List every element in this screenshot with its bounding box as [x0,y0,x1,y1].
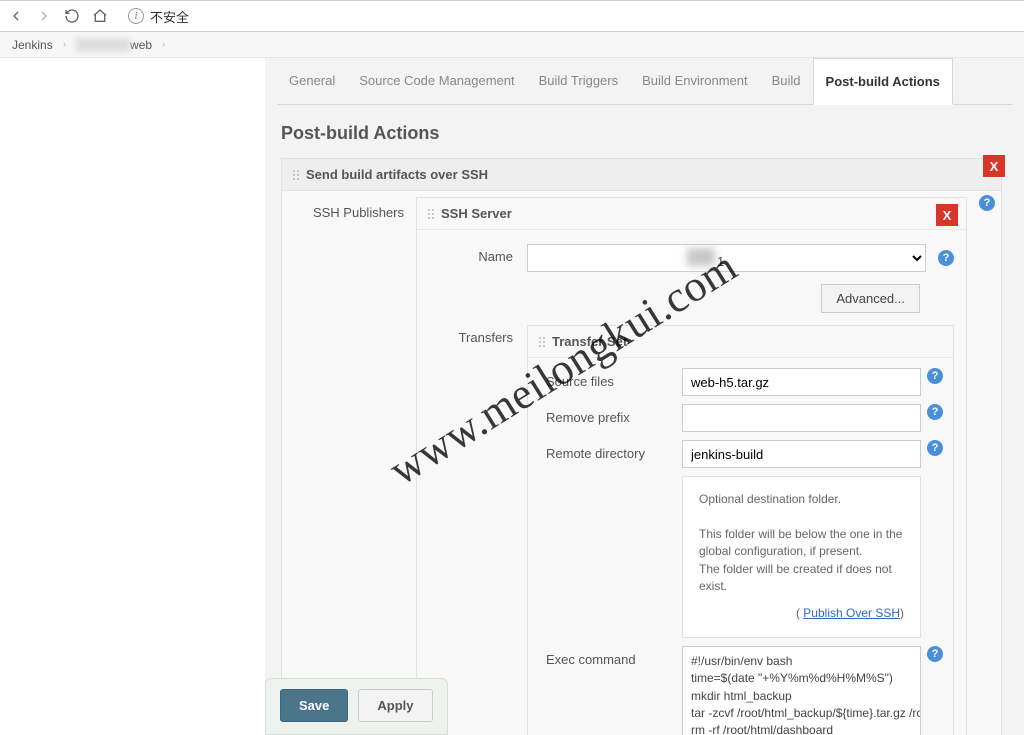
browser-toolbar: i 不安全 [0,0,1024,32]
plugin-link[interactable]: Publish Over SSH [803,606,900,620]
remove-prefix-label: Remove prefix [532,404,682,425]
source-files-label: Source files [532,368,682,389]
sidebar [0,58,265,735]
remove-prefix-input[interactable] [682,404,921,432]
ssh-server-header: SSH Server [417,198,966,230]
exec-command-label: Exec command [532,646,682,667]
drag-handle-icon[interactable] [292,169,300,181]
chevron-right-icon: › [162,39,165,50]
ssh-server-block: X SSH Server Name [416,197,967,735]
ssh-server-name-select[interactable] [527,244,926,272]
help-icon[interactable]: ? [927,368,943,384]
chevron-right-icon: › [63,39,66,50]
ssh-publishers-label: SSH Publishers [286,197,416,735]
footer-buttons: Save Apply [265,678,448,735]
tab-build-triggers[interactable]: Build Triggers [527,58,630,104]
help-icon[interactable]: ? [927,646,943,662]
remote-directory-label: Remote directory [532,440,682,461]
help-icon[interactable]: ? [927,404,943,420]
delete-button[interactable]: X [936,204,958,226]
reload-icon[interactable] [64,8,80,24]
main-content: General Source Code Management Build Tri… [265,58,1024,735]
advanced-button[interactable]: Advanced... [821,284,920,313]
tab-post-build[interactable]: Post-build Actions [813,58,953,105]
security-text: 不安全 [150,7,189,26]
breadcrumb: Jenkins › xxxxx web › [0,32,1024,58]
ssh-artifacts-panel: X Send build artifacts over SSH ? SSH Pu… [281,158,1002,735]
breadcrumb-item[interactable]: xxxxx [76,38,130,52]
panel-title: Send build artifacts over SSH [306,167,488,182]
server-name-hidden [687,248,715,266]
tab-scm[interactable]: Source Code Management [347,58,526,104]
remote-directory-input[interactable] [682,440,921,468]
drag-handle-icon[interactable] [427,208,435,220]
panel-header: Send build artifacts over SSH [282,159,1001,191]
drag-handle-icon[interactable] [538,336,546,348]
help-icon[interactable]: ? [938,250,954,266]
breadcrumb-item[interactable]: web [130,38,152,52]
home-icon[interactable] [92,8,108,24]
name-label: Name [417,244,527,272]
tab-build-environment[interactable]: Build Environment [630,58,760,104]
source-files-input[interactable] [682,368,921,396]
delete-button[interactable]: X [983,155,1005,177]
exec-command-textarea[interactable] [682,646,921,735]
forward-icon[interactable] [36,8,52,24]
breadcrumb-item[interactable]: Jenkins [12,38,53,52]
apply-button[interactable]: Apply [358,689,432,722]
info-icon[interactable]: i [128,8,144,24]
address-bar[interactable]: i 不安全 [120,7,1016,26]
config-tabs: General Source Code Management Build Tri… [277,58,1012,105]
save-button[interactable]: Save [280,689,348,722]
transfer-set-header: Transfer Set [528,326,953,358]
transfer-set-block: Transfer Set Source files ? [527,325,954,735]
remote-directory-help: Optional destination folder. This folder… [682,476,921,638]
tab-general[interactable]: General [277,58,347,104]
tab-build[interactable]: Build [760,58,813,104]
transfers-label: Transfers [417,325,527,345]
section-title: Post-build Actions [277,105,1012,158]
help-icon[interactable]: ? [979,195,995,211]
help-icon[interactable]: ? [927,440,943,456]
back-icon[interactable] [8,8,24,24]
